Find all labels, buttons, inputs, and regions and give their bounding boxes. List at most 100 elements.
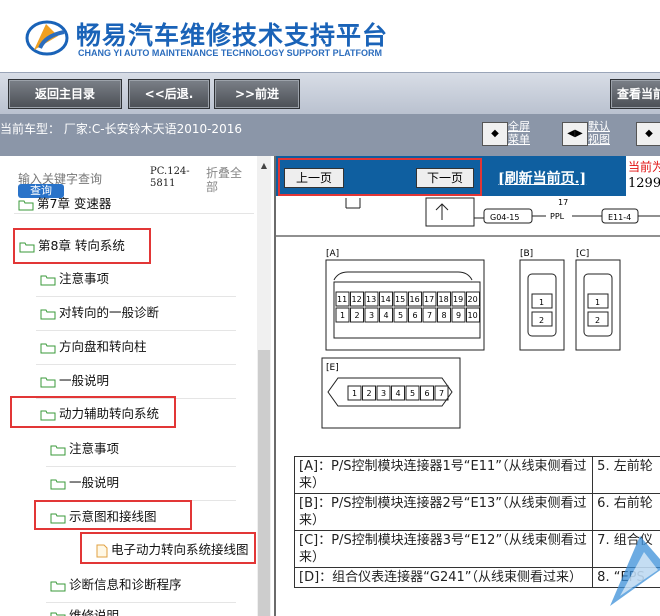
next-page-button[interactable]: 下一页 — [416, 168, 474, 188]
sidebar: 输入关键字查询 查询 PC.124-5811 折叠全部 第7章 变速器 第8章 … — [0, 156, 272, 616]
connector-c-label: [C] — [576, 249, 589, 259]
connector-pin-number: 14 — [381, 295, 391, 304]
tree-item-chapter7[interactable]: 第7章 变速器 — [18, 196, 111, 212]
app-header: 畅易汽车维修技术支持平台 CHANG YI AUTO MAINTENANCE T… — [0, 0, 660, 72]
connector-a-label: [A] — [326, 249, 339, 259]
wire-17-label: 17 — [558, 198, 568, 207]
connector-pin-number: 6 — [425, 389, 430, 398]
connector-pin-number: 7 — [427, 311, 432, 320]
folder-icon — [50, 479, 66, 489]
svg-text:1: 1 — [595, 298, 600, 307]
connector-pin-number: 20 — [468, 295, 478, 304]
folder-icon — [40, 343, 56, 353]
connector-e-label: [E] — [326, 363, 339, 373]
table-row: [B]：P/S控制模块连接器2号“E13”（从线束侧看过来） 6. 右前轮 — [293, 493, 660, 531]
nav-bar: 返回主目录 <<后退. >>前进 查看当前 — [0, 72, 660, 115]
folder-icon — [40, 275, 56, 285]
tree-item-diagnostics[interactable]: 诊断信息和诊断程序 — [50, 568, 182, 602]
app-subtitle: CHANG YI AUTO MAINTENANCE TECHNOLOGY SUP… — [78, 48, 383, 58]
svg-text:2: 2 — [595, 316, 600, 325]
current-model: 当前车型： 厂家:C-长安铃木天语2010-2016 — [0, 122, 242, 136]
connector-e-pins: 1 23 45 67 — [347, 385, 449, 401]
connector-pin-number: 16 — [410, 295, 420, 304]
folder-icon — [18, 200, 34, 210]
current-page-number: 1299 — [628, 176, 660, 191]
connector-a-pins: 11 12 13 14 15 16 17 18 19 201 2 3 4 5 6 7 8 9 10 — [335, 291, 480, 323]
model-bar: 当前车型： 厂家:C-长安铃木天语2010-2016 ◆ 全屏 菜单 ◀▶ 默认… — [0, 114, 660, 156]
connector-pin-number: 2 — [367, 389, 372, 398]
g04-label: G04-15 — [490, 213, 519, 222]
view-current-button[interactable]: 查看当前 — [610, 79, 660, 109]
folder-icon — [50, 612, 66, 616]
folder-icon — [40, 309, 56, 319]
tree-item-ps-general[interactable]: 一般说明 — [50, 466, 119, 500]
folder-open-icon — [40, 410, 56, 420]
folder-open-icon — [19, 242, 35, 252]
logo-icon — [25, 20, 69, 56]
connector-pin-number: 3 — [369, 311, 374, 320]
connector-pin-number: 1 — [352, 389, 357, 398]
tree-item-chapter8[interactable]: 第8章 转向系统 — [13, 228, 151, 264]
connector-pin-number: 11 — [337, 295, 347, 304]
connector-pin-number: 9 — [456, 311, 461, 320]
connector-pin-number: 19 — [453, 295, 463, 304]
tree-item-steering-wheel[interactable]: 方向盘和转向柱 — [40, 330, 147, 364]
e11-label: E11-4 — [608, 213, 631, 222]
tree-item-steering-diagnosis[interactable]: 对转向的一般诊断 — [40, 296, 159, 330]
toggle-panel-icon[interactable]: ◆ — [636, 122, 660, 146]
connector-pin-number: 2 — [355, 311, 360, 320]
document-viewer: 上一页 下一页 [刷新当前页.] 当前为 1299 G04-15 E11-4 P… — [274, 156, 660, 616]
tree-item-repair[interactable]: 维修说明 — [50, 602, 119, 616]
current-page-label: 当前为 — [628, 160, 660, 174]
collapse-all-button[interactable]: 折叠全部 — [206, 166, 246, 194]
prev-page-button[interactable]: 上一页 — [284, 168, 344, 188]
page-toolbar: 上一页 下一页 [刷新当前页.] 当前为 1299 — [276, 156, 660, 196]
fullscreen-icon[interactable]: ◆ — [482, 122, 508, 146]
folder-open-icon — [50, 513, 66, 523]
connector-pin-number: 4 — [396, 389, 401, 398]
tree-item-ps-notes[interactable]: 注意事项 — [50, 432, 119, 466]
connector-pin-number: 13 — [366, 295, 376, 304]
forward-button[interactable]: >>前进 — [214, 79, 300, 109]
connector-pin-number: 4 — [384, 311, 389, 320]
tree-item-notes[interactable]: 注意事项 — [40, 262, 109, 296]
tree-item-schematics[interactable]: 示意图和接线图 — [34, 500, 192, 530]
home-button[interactable]: 返回主目录 — [8, 79, 122, 109]
tree-item-eps-wiring[interactable]: 电子动力转向系统接线图 — [80, 532, 256, 564]
default-view-icon[interactable]: ◀▶ — [562, 122, 588, 146]
connector-pin-number: 8 — [442, 311, 447, 320]
current-page-box: 当前为 1299 — [626, 156, 660, 196]
watermark-logo-icon — [610, 536, 660, 606]
folder-icon — [40, 377, 56, 387]
connector-pin-number: 6 — [413, 311, 418, 320]
back-button[interactable]: <<后退. — [128, 79, 210, 109]
connector-pin-number: 15 — [395, 295, 405, 304]
connector-pin-number: 5 — [410, 389, 415, 398]
connector-pin-number: 17 — [424, 295, 434, 304]
scroll-up-icon[interactable]: ▲ — [258, 160, 270, 172]
fullscreen-link[interactable]: 全屏 菜单 — [508, 120, 530, 146]
scrollbar-thumb[interactable] — [258, 350, 270, 616]
document-icon — [96, 544, 108, 557]
table-row: [A]：P/S控制模块连接器1号“E11”（从线束侧看过来） 5. 左前轮 — [293, 456, 660, 494]
connector-pin-number: 1 — [340, 311, 345, 320]
connector-pin-number: 5 — [398, 311, 403, 320]
connector-b-label: [B] — [520, 249, 533, 259]
folder-icon — [50, 445, 66, 455]
connector-pin-number: 12 — [352, 295, 362, 304]
svg-text:2: 2 — [539, 316, 544, 325]
app-title: 畅易汽车维修技术支持平台 — [76, 21, 389, 50]
tree-item-power-steering[interactable]: 动力辅助转向系统 — [10, 396, 176, 428]
connector-pin-number: 10 — [468, 311, 478, 320]
folder-icon — [50, 581, 66, 591]
svg-text:1: 1 — [539, 298, 544, 307]
connector-pin-number: 3 — [381, 389, 386, 398]
tree-item-general[interactable]: 一般说明 — [40, 364, 109, 398]
ppl-label: PPL — [550, 212, 565, 221]
pc-code: PC.124-5811 — [150, 166, 190, 189]
wiring-diagram: G04-15 E11-4 PPL 17 [A] 11 12 13 14 15 16 17 18… — [276, 197, 660, 429]
default-view-link[interactable]: 默认 视图 — [588, 120, 610, 146]
connector-pin-number: 7 — [439, 389, 444, 398]
connector-pin-number: 18 — [439, 295, 449, 304]
refresh-link[interactable]: [刷新当前页.] — [498, 168, 586, 188]
